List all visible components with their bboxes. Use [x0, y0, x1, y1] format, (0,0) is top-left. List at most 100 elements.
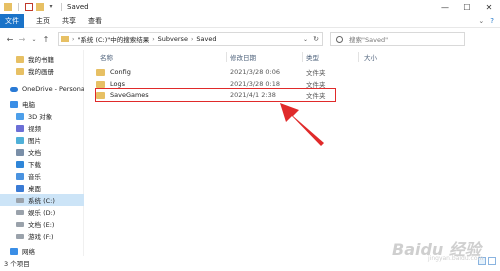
column-header-name[interactable]: 名称	[100, 50, 113, 64]
sidebar-item-label: 网络	[22, 248, 35, 256]
folder-app-icon	[4, 3, 12, 11]
tab-view[interactable]: 查看	[88, 16, 102, 26]
folder-icon	[61, 36, 69, 42]
drive-icon	[16, 233, 24, 239]
help-icon[interactable]: ?	[490, 17, 494, 25]
sidebar-item-drive-e[interactable]: 文档 (E:)	[0, 218, 84, 230]
ribbon-tabs: 文件 主页 共享 查看 ⌄ ?	[0, 13, 500, 28]
search-input[interactable]: 搜索"Saved"	[330, 32, 465, 46]
sidebar-item-documents[interactable]: 文档	[0, 146, 84, 158]
sidebar-item-pictures[interactable]: 图片	[0, 134, 84, 146]
arrow-shaft	[280, 103, 324, 146]
chevron-right-icon[interactable]: ›	[191, 36, 193, 43]
new-folder-icon[interactable]	[36, 3, 44, 11]
close-button[interactable]: ✕	[478, 0, 500, 14]
sidebar-item-label: OneDrive - Personal	[22, 85, 84, 93]
navigation-pane: 我的书籍 我的画册 OneDrive - Personal 电脑 3D 对象 视…	[0, 50, 84, 256]
sidebar-item-music[interactable]: 音乐	[0, 170, 84, 182]
properties-icon[interactable]	[25, 3, 33, 11]
drive-icon	[16, 197, 24, 203]
highlight-box	[95, 88, 336, 102]
desktop-icon	[16, 184, 24, 192]
chevron-right-icon[interactable]: ›	[152, 36, 154, 43]
breadcrumb-search-results[interactable]: "系统 (C:)"中的搜索结果	[77, 34, 149, 44]
navigation-bar: ← → ⌄ ↑ › "系统 (C:)"中的搜索结果 › Subverse › S…	[0, 28, 500, 50]
title-bar: ▾ Saved — ☐ ✕	[0, 0, 500, 14]
back-icon[interactable]: ←	[4, 33, 16, 45]
sidebar-item-label: 视频	[28, 125, 41, 133]
sidebar-item-label: 下载	[28, 161, 41, 169]
breadcrumb-saved[interactable]: Saved	[196, 35, 216, 43]
tab-home[interactable]: 主页	[36, 16, 50, 26]
folder-icon	[96, 68, 105, 76]
sidebar-item-label: 我的书籍	[28, 56, 54, 64]
sidebar-item-label: 系统 (C:)	[28, 197, 55, 205]
breadcrumb-subverse[interactable]: Subverse	[158, 35, 188, 43]
window-title: Saved	[67, 3, 89, 11]
search-placeholder: 搜索"Saved"	[349, 36, 389, 44]
column-divider[interactable]	[358, 52, 359, 62]
tab-share[interactable]: 共享	[62, 16, 76, 26]
cloud-icon	[10, 86, 18, 92]
sidebar-item-label: 音乐	[28, 173, 41, 181]
divider	[18, 3, 19, 11]
sidebar-item-label: 文档	[28, 149, 41, 157]
watermark-url: jingyan.baidu.com	[428, 255, 484, 262]
sidebar-item-drive-c[interactable]: 系统 (C:)	[0, 194, 84, 206]
file-date: 2021/3/28 0:18	[230, 80, 280, 88]
column-header-date[interactable]: 修改日期	[230, 50, 256, 64]
sidebar-item-my-albums[interactable]: 我的画册	[0, 65, 84, 77]
divider	[61, 3, 62, 11]
sidebar-item-label: 电脑	[22, 101, 35, 109]
sidebar-item-drive-f[interactable]: 游戏 (F:)	[0, 230, 84, 242]
drive-icon	[16, 221, 24, 227]
window-controls: — ☐ ✕	[434, 0, 500, 14]
address-bar[interactable]: › "系统 (C:)"中的搜索结果 › Subverse › Saved ⌄ ↻	[58, 32, 323, 46]
sidebar-item-3d-objects[interactable]: 3D 对象	[0, 110, 84, 122]
file-type: 文件夹	[306, 69, 326, 77]
address-dropdown-icon[interactable]: ⌄	[303, 36, 308, 43]
sidebar-item-my-books[interactable]: 我的书籍	[0, 53, 84, 65]
video-icon	[16, 124, 24, 132]
large-icons-view-icon[interactable]	[488, 257, 496, 265]
sidebar-item-label: 图片	[28, 137, 41, 145]
music-icon	[16, 172, 24, 180]
column-divider[interactable]	[302, 52, 303, 62]
sidebar-item-network[interactable]: 网络	[0, 245, 84, 257]
file-row-config[interactable]: Config 2021/3/28 0:06 文件夹	[96, 66, 396, 78]
up-icon[interactable]: ↑	[40, 33, 52, 45]
column-divider[interactable]	[226, 52, 227, 62]
customize-toolbar-icon[interactable]: ▾	[47, 3, 55, 11]
tab-file[interactable]: 文件	[0, 13, 24, 28]
picture-icon	[16, 136, 24, 144]
folder-icon	[16, 67, 24, 75]
chevron-right-icon[interactable]: ›	[72, 36, 74, 43]
sidebar-item-onedrive[interactable]: OneDrive - Personal	[0, 83, 84, 95]
sidebar-item-videos[interactable]: 视频	[0, 122, 84, 134]
expand-ribbon-icon[interactable]: ⌄	[478, 17, 484, 25]
folder-icon	[16, 55, 24, 63]
recent-locations-icon[interactable]: ⌄	[28, 33, 40, 45]
file-name: Logs	[110, 80, 125, 88]
folder-icon	[96, 80, 105, 88]
3d-objects-icon	[16, 112, 24, 120]
search-icon	[336, 35, 343, 43]
sidebar-item-drive-d[interactable]: 娱乐 (D:)	[0, 206, 84, 218]
sidebar-item-desktop[interactable]: 桌面	[0, 182, 84, 194]
forward-icon[interactable]: →	[16, 33, 28, 45]
pc-icon	[10, 100, 18, 108]
column-header-type[interactable]: 类型	[306, 50, 319, 64]
column-header-size[interactable]: 大小	[364, 50, 377, 64]
quick-access-toolbar: ▾	[4, 3, 65, 11]
maximize-button[interactable]: ☐	[456, 0, 478, 14]
refresh-icon[interactable]: ↻	[313, 35, 319, 43]
minimize-button[interactable]: —	[434, 0, 456, 14]
network-icon	[10, 247, 18, 255]
sidebar-item-label: 3D 对象	[28, 113, 53, 121]
ribbon-right-controls: ⌄ ?	[478, 17, 494, 25]
sidebar-item-pc[interactable]: 电脑	[0, 98, 84, 110]
sidebar-item-label: 我的画册	[28, 68, 54, 76]
sidebar-item-downloads[interactable]: 下载	[0, 158, 84, 170]
sidebar-item-label: 娱乐 (D:)	[28, 209, 56, 217]
download-icon	[16, 160, 24, 168]
